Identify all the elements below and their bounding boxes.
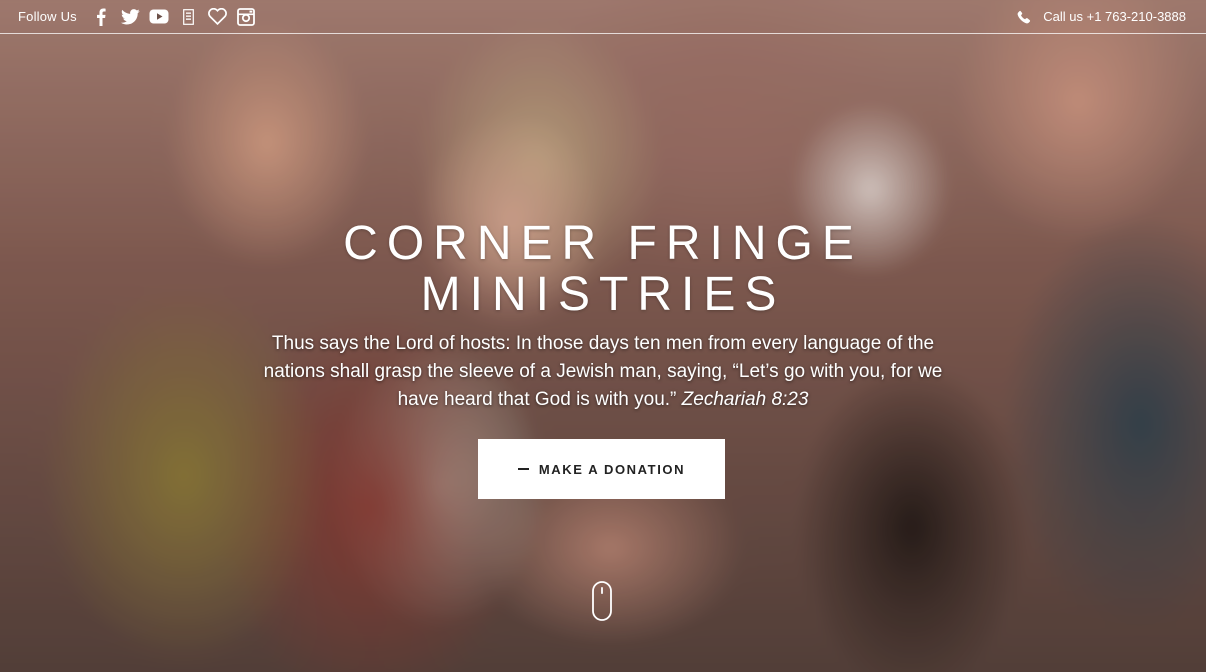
make-donation-label: MAKE A DONATION bbox=[538, 461, 686, 477]
follow-us-label: Follow Us bbox=[18, 9, 77, 24]
facebook-icon[interactable] bbox=[87, 6, 116, 28]
page-title-line-1: CORNER FRINGE bbox=[343, 217, 863, 270]
call-us[interactable]: Call us +1 763-210-3888 bbox=[1017, 0, 1186, 33]
make-donation-button[interactable]: MAKE A DONATION bbox=[478, 439, 725, 499]
scripture-verse: Thus says the Lord of hosts: In those da… bbox=[250, 330, 956, 414]
heart-icon[interactable] bbox=[203, 6, 232, 28]
rss-feed-icon[interactable] bbox=[174, 6, 203, 28]
page-title: CORNER FRINGE MINISTRIES bbox=[0, 218, 1206, 320]
top-bar: Follow Us Call us +1 763-210-3888 bbox=[0, 0, 1206, 34]
call-us-label: Call us +1 763-210-3888 bbox=[1043, 9, 1186, 24]
verse-reference: Zechariah 8:23 bbox=[681, 389, 809, 410]
scroll-down-mouse-icon[interactable] bbox=[592, 581, 612, 621]
dash-icon bbox=[517, 468, 529, 470]
twitter-icon[interactable] bbox=[116, 6, 145, 28]
verse-text: Thus says the Lord of hosts: In those da… bbox=[263, 333, 943, 410]
page-title-line-2: MINISTRIES bbox=[420, 268, 786, 321]
social-links: Follow Us bbox=[18, 0, 261, 33]
youtube-icon[interactable] bbox=[145, 6, 174, 28]
hero-page: Follow Us Call us +1 763-210-3888 CORNER… bbox=[0, 0, 1206, 672]
instagram-icon[interactable] bbox=[232, 6, 261, 28]
phone-icon bbox=[1017, 10, 1031, 24]
